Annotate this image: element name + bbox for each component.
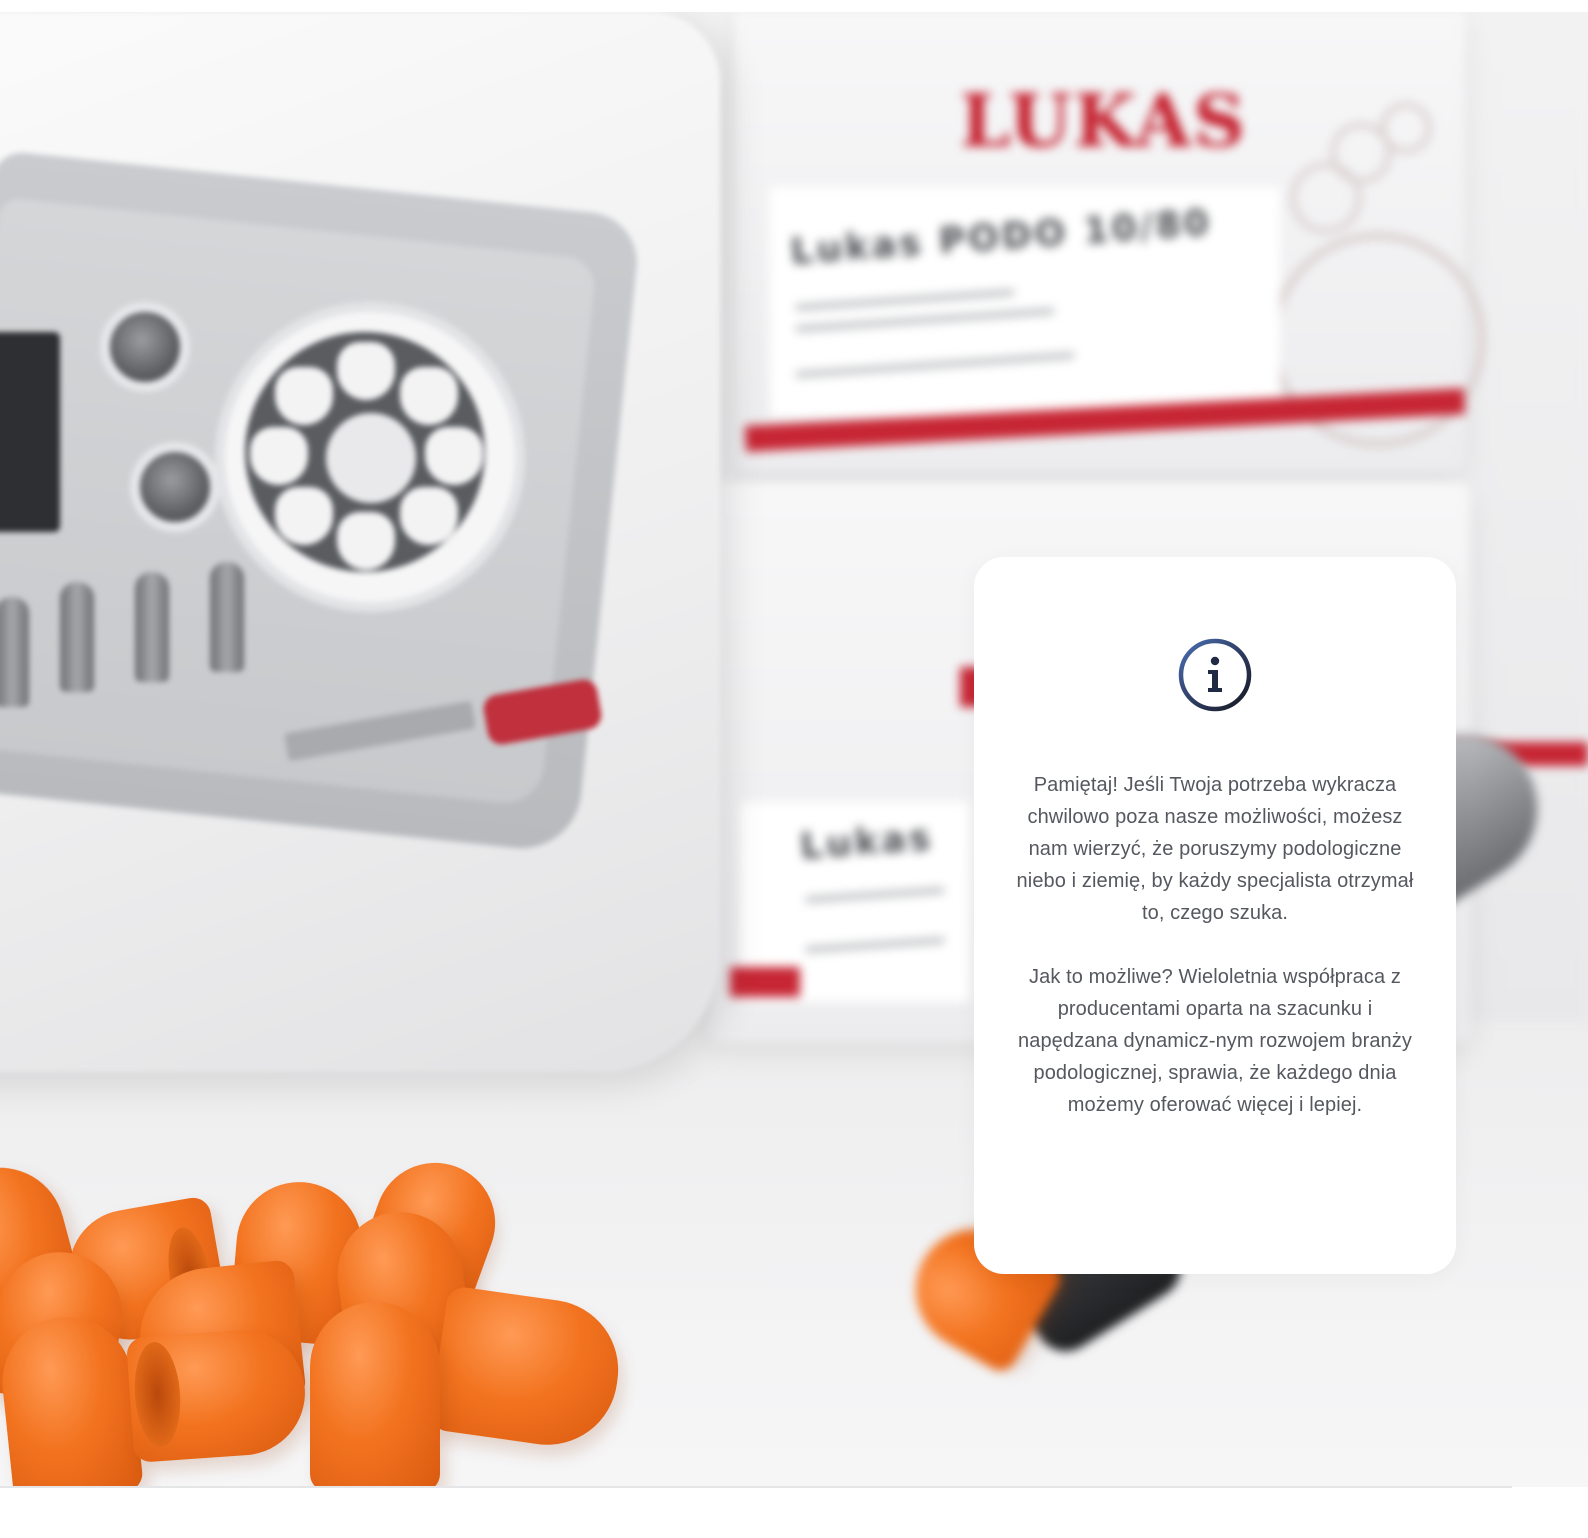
device-screen <box>0 332 60 532</box>
device-bit <box>60 582 94 692</box>
device-knob <box>130 442 220 532</box>
wheel-button <box>275 367 333 425</box>
info-paragraph-1: Pamiętaj! Jeśli Twoja potrzeba wykracza … <box>1016 774 1414 924</box>
device-bit <box>210 562 244 672</box>
wheel-button <box>400 367 458 425</box>
device-bit <box>0 597 29 707</box>
info-icon <box>1178 638 1252 712</box>
bottom-divider <box>0 1486 1512 1488</box>
wheel-button <box>337 512 395 570</box>
info-card: Pamiętaj! Jeśli Twoja potrzeba wykracza … <box>974 557 1456 1274</box>
info-paragraph-2: Jak to możliwe? Wieloletnia współpraca z… <box>1018 966 1412 1116</box>
device-knob <box>100 302 190 392</box>
box-decoration <box>1380 102 1432 154</box>
wheel-button <box>250 427 308 485</box>
wheel-center <box>320 407 422 509</box>
device-bit <box>135 572 169 682</box>
wheel-button <box>400 487 458 545</box>
wheel-button <box>337 342 395 400</box>
wheel-button <box>275 487 333 545</box>
wheel-button <box>425 427 483 485</box>
box-red-stripe <box>730 967 800 997</box>
brand-logo-text: LUKAS <box>960 78 1247 163</box>
sanding-cap <box>310 1302 440 1487</box>
